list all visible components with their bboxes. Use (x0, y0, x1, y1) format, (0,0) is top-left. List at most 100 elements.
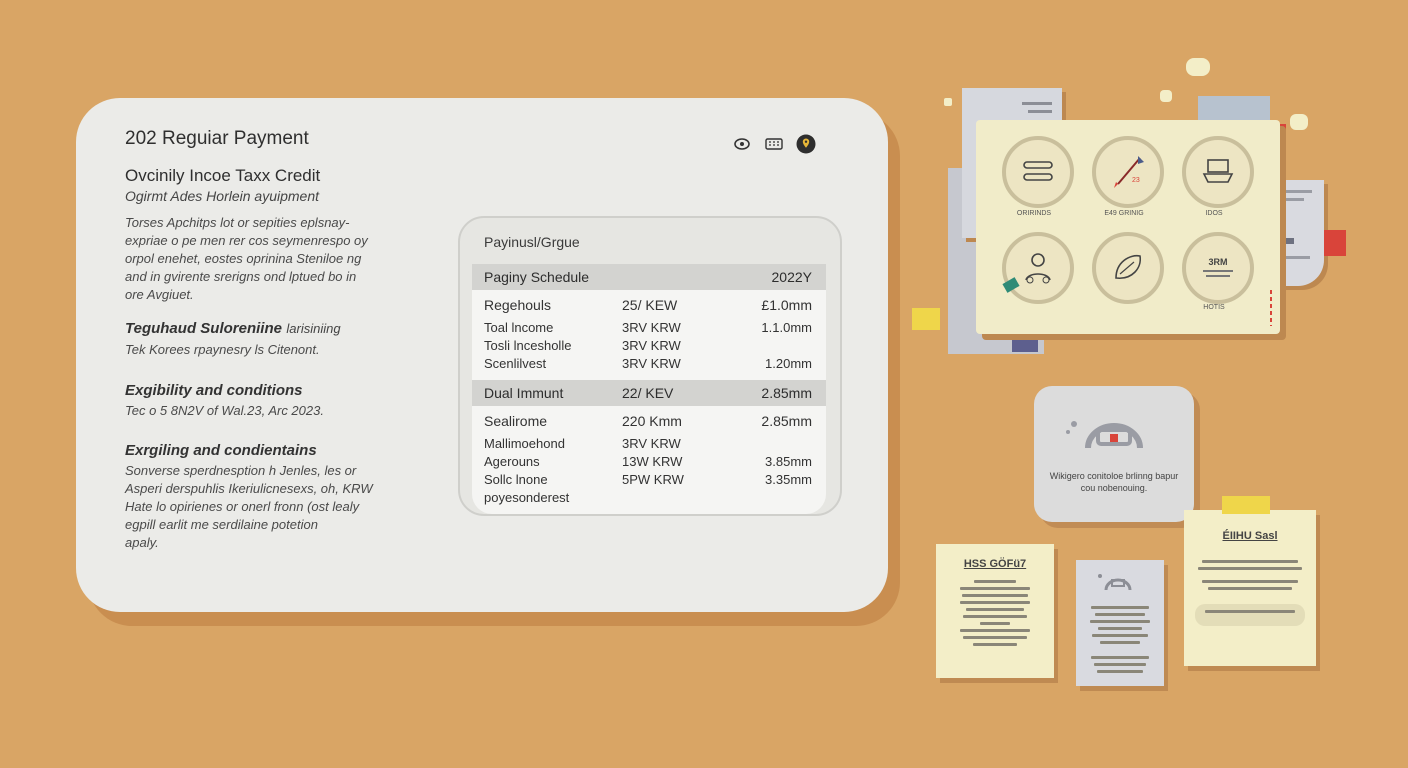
table-row[interactable]: Regehouls 25/ KEW £1.0mm (472, 292, 826, 318)
row-name: Agerouns (484, 453, 540, 469)
main-card: 202 Reguiar Payment Ovcinily Incoe Taxx … (76, 98, 888, 612)
section-heading: Ovcinily Incoe Taxx Credit (125, 166, 321, 185)
pen-icon[interactable]: 23 (1092, 136, 1164, 208)
badge-icon[interactable]: 3RM (1182, 232, 1254, 304)
printer-icon[interactable] (1182, 136, 1254, 208)
robot-icon (1098, 574, 1132, 591)
table-group-1: Regehouls 25/ KEW £1.0mm Toal lncome 3RV… (472, 290, 826, 380)
row-name: Mallimoehond (484, 435, 565, 451)
section-heading-tail: larisiniing (286, 321, 341, 336)
row-value: 3.35mm (765, 471, 812, 487)
table-row[interactable]: Scenlilvest 3RV KRW 1.20mm (472, 354, 826, 372)
row-amount: 3RV KRW (622, 337, 681, 353)
section-subheading: Ogirmt Ades Horlein ayuipment (125, 188, 320, 204)
table-header-label: Paginy Schedule (484, 269, 590, 285)
row-amount: 220 Kmm (622, 413, 682, 429)
row-name: Tosli lncesholle (484, 337, 572, 353)
icon-label: IDOS (1205, 210, 1223, 217)
row-amount: 5PW KRW (622, 471, 684, 487)
page-title: 202 Reguiar Payment (125, 128, 309, 149)
table-row[interactable]: Agerouns 13W KRW 3.85mm (472, 452, 826, 470)
table-header-year: 2022Y (771, 269, 812, 285)
row-value: 2.85mm (761, 413, 812, 429)
table-row[interactable]: Mallimoehond 3RV KRW (472, 434, 826, 452)
section-heading: Teguhaud Suloreniine (125, 320, 282, 337)
section-guarantee: Teguhaud Suloreniine larisiniing Tek Kor… (125, 320, 425, 359)
table-group-2-header: Dual Immunt 22/ KEV 2.85mm (472, 380, 826, 406)
confetti-shape (1290, 114, 1308, 130)
section-tax-credit: Ovcinily Incoe Taxx Credit Ogirmt Ades H… (125, 166, 405, 304)
popup-text: Wikigero conitoloe brlinng bapur cou nob… (1049, 471, 1179, 493)
section-conditions: Exrgiling and condientains Sonverse sper… (125, 442, 425, 552)
circle-text: 23 (1132, 177, 1140, 184)
body-line: apaly. (125, 535, 159, 550)
eye-icon[interactable] (732, 134, 752, 154)
body-line: Tec o 5 8N2V of Wal.23, Arc 2023. (125, 403, 324, 418)
person-icon[interactable] (1002, 232, 1074, 304)
icon-label: HOTIS (1203, 304, 1225, 311)
body-line: egpill earlit me serdilaine potetion (125, 517, 318, 532)
table-row[interactable]: Sollc lnone 5PW KRW 3.35mm (472, 470, 826, 488)
sticky-note-middle[interactable] (1076, 560, 1164, 686)
row-name: Sealirome (484, 413, 548, 429)
info-popup[interactable]: Wikigero conitoloe brlinng bapur cou nob… (1034, 386, 1194, 522)
body-line: Tek Korees rpaynesry ls Citenont. (125, 342, 320, 357)
table-row[interactable]: poyesonderest (472, 488, 826, 506)
location-pin-icon[interactable] (796, 134, 816, 154)
table-group-2: Sealirome 220 Kmm 2.85mm Mallimoehond 3R… (472, 406, 826, 514)
row-amount: 3RV KRW (622, 319, 681, 335)
section-heading: Exgibility and conditions (125, 382, 303, 399)
body-line: Torses Apchitps lot or sepities eplsnay- (125, 215, 350, 230)
tools-icon[interactable] (1002, 136, 1074, 208)
red-tag (1324, 230, 1346, 256)
row-amount: 25/ KEW (622, 297, 678, 313)
yellow-tab (912, 308, 940, 330)
note-button[interactable] (1195, 604, 1305, 626)
robot-icon (1066, 421, 1143, 449)
group-amount: 22/ KEV (622, 385, 674, 401)
body-line: and in gvirente srerigns ond lptued bo i… (125, 269, 357, 284)
table-row[interactable]: Tosli lncesholle 3RV KRW (472, 336, 826, 354)
body-line: orpol enehet, eostes oprinina Steniloe n… (125, 251, 362, 266)
row-name: Scenlilvest (484, 355, 547, 371)
confetti-shape (1186, 58, 1210, 76)
tape (1222, 496, 1270, 514)
note-title: ÉIIHU Sasl (1222, 530, 1278, 542)
body-line: Hate lo opirienes or onerl fronn (ost le… (125, 499, 360, 514)
note-title: HSS GÖFü7 (963, 558, 1027, 570)
panel-title: Payinusl/Grgue (484, 234, 580, 250)
row-name: Toal lncome (484, 319, 554, 335)
sticky-note-right[interactable]: ÉIIHU Sasl (1184, 496, 1316, 666)
group-name: Dual Immunt (484, 385, 564, 401)
row-value: 3.85mm (765, 453, 812, 469)
payment-schedule-panel: Payinusl/Grgue Paginy Schedule 2022Y Reg… (458, 216, 842, 516)
row-amount: 13W KRW (622, 453, 683, 469)
confetti-shape (1160, 90, 1172, 102)
row-amount: 3RV KRW (622, 435, 681, 451)
table-row[interactable]: Toal lncome 3RV KRW 1.1.0mm (472, 318, 826, 336)
confetti-shape (944, 98, 952, 106)
table-row[interactable]: Sealirome 220 Kmm 2.85mm (472, 408, 826, 434)
row-name: Regehouls (484, 297, 551, 313)
group-value: 2.85mm (761, 385, 812, 401)
row-amount: 3RV KRW (622, 355, 681, 371)
body-line: expriae o pe men rer cos seymenrespo oy (125, 233, 368, 248)
schedule-table: Paginy Schedule 2022Y Regehouls 25/ KEW … (472, 264, 826, 514)
keyboard-icon[interactable] (764, 134, 784, 154)
icon-label: E49 GRINIG (1104, 210, 1144, 217)
row-name: Sollc lnone (484, 471, 548, 487)
sticky-note-left[interactable]: HSS GÖFü7 (936, 544, 1054, 678)
body-line: Sonverse sperdnesption h Jenles, les or (125, 463, 357, 478)
section-eligibility: Exgibility and conditions Tec o 5 8N2V o… (125, 382, 405, 420)
body-line: Asperi derspuhlis Ikeriulicnesexs, oh, K… (125, 481, 373, 496)
icon-board: ORIRINDS 23 E49 GRINIG IDOS 3RM HOTIS (976, 120, 1280, 334)
body-line: ore Avgiuet. (125, 287, 194, 302)
leaf-icon[interactable] (1092, 232, 1164, 304)
toolbar (732, 134, 816, 154)
row-value: 1.1.0mm (761, 319, 812, 335)
icon-label: ORIRINDS (1016, 210, 1052, 217)
row-value: £1.0mm (761, 297, 812, 313)
row-name: poyesonderest (484, 489, 570, 505)
table-header: Paginy Schedule 2022Y (472, 264, 826, 290)
row-value: 1.20mm (765, 355, 812, 371)
